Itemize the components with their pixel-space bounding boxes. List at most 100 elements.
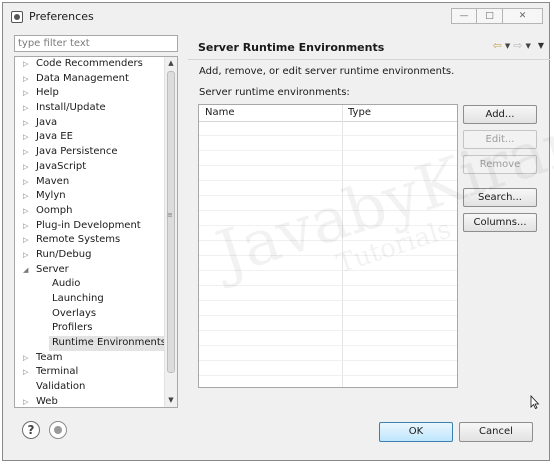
tree-item[interactable]: ▷ Maven [15,175,165,190]
window-title: Preferences [29,10,94,23]
tree-item[interactable]: ▷ Java EE [15,130,165,145]
cancel-button[interactable]: Cancel [459,422,533,442]
tree-item-label: Web [36,395,58,407]
tree-item[interactable]: Validation [15,380,165,395]
back-arrow-icon[interactable]: ⇦ [493,39,502,52]
forward-dropdown-icon[interactable]: ▼ [525,42,530,50]
title-bar: Preferences — □ ✕ [3,3,549,31]
scroll-up-arrow-icon[interactable]: ▲ [165,57,177,70]
tree-item-label: Java [36,116,58,128]
tree-item-label: Terminal [36,366,79,378]
tree-item-label: Profilers [52,322,93,334]
tree-items: ▷ Code Recommenders ▷ Data Management ▷ Help ▷… [15,57,170,407]
tree-item[interactable]: ▷ Plug-in Development [15,219,165,234]
collapsed-arrow-icon[interactable]: ▷ [23,351,33,366]
tree-item[interactable]: ▷ Java [15,116,165,131]
expanded-arrow-icon[interactable]: ◢ [23,263,33,278]
maximize-button[interactable]: □ [477,8,503,24]
tree-item[interactable]: ▷ JavaScript [15,160,165,175]
tree-item[interactable]: ▷ Run/Debug [15,248,165,263]
tree-item[interactable]: ▷ Oomph [15,204,165,219]
tree-item-label: Plug-in Development [36,219,141,231]
tree-item-label: Mylyn [36,190,66,202]
collapsed-arrow-icon[interactable]: ▷ [23,204,33,219]
edit-button[interactable]: Edit... [463,130,537,149]
tree-item[interactable]: ▷ Terminal [15,365,165,380]
tree-item-label: Remote Systems [36,234,121,246]
table-body[interactable] [199,121,457,387]
tree-item-label: Java Persistence [36,146,118,158]
collapsed-arrow-icon[interactable]: ▷ [23,189,33,204]
tree-item[interactable]: ▷ Remote Systems [15,233,165,248]
collapsed-arrow-icon[interactable]: ▷ [23,160,33,175]
collapsed-arrow-icon[interactable]: ▷ [23,130,33,145]
collapsed-arrow-icon[interactable]: ▷ [23,116,33,131]
table-header: Name Type [199,105,457,122]
close-button[interactable]: ✕ [503,8,543,24]
tree-item-label: Run/Debug [36,248,92,260]
tree-item-label: Oomph [36,204,73,216]
minimize-button[interactable]: — [451,8,477,24]
view-menu-icon[interactable]: ▼ [538,41,544,50]
page-description: Add, remove, or edit server runtime envi… [199,66,455,77]
columns-button[interactable]: Columns... [463,213,537,232]
tree-item[interactable]: ▷ Mylyn [15,189,165,204]
preferences-tree: ▷ Code Recommenders ▷ Data Management ▷ Help ▷… [14,56,178,408]
record-macro-icon[interactable] [49,421,67,439]
runtime-environments-table[interactable]: Name Type [198,104,458,388]
tree-item[interactable]: Audio [15,277,165,292]
collapsed-arrow-icon[interactable]: ▷ [23,233,33,248]
back-dropdown-icon[interactable]: ▼ [505,42,510,50]
tree-item[interactable]: Launching [15,292,165,307]
page-header: Server Runtime Environments ⇦ ▼ ⇨ ▼ ▼ [188,33,550,60]
tree-item-label: Maven [36,175,70,187]
mouse-cursor-icon [530,395,540,409]
tree-item-label: Team [36,351,63,363]
maximize-icon: □ [485,11,494,21]
add-button[interactable]: Add... [463,105,537,124]
tree-item[interactable]: Runtime Environments [15,336,170,351]
tree-item[interactable]: ◢ Server [15,263,165,278]
forward-arrow-icon[interactable]: ⇨ [513,39,522,52]
collapsed-arrow-icon[interactable]: ▷ [23,175,33,190]
tree-item[interactable]: Overlays [15,307,165,322]
page-title: Server Runtime Environments [198,41,385,54]
collapsed-arrow-icon[interactable]: ▷ [23,86,33,101]
tree-item[interactable]: ▷ Help [15,86,165,101]
scroll-thumb[interactable] [167,71,175,373]
close-icon: ✕ [518,11,527,21]
collapsed-arrow-icon[interactable]: ▷ [23,101,33,116]
tree-item-label: Java EE [36,131,73,143]
tree-item-label: Launching [52,293,104,304]
tree-item-label: Install/Update [36,102,106,114]
column-header-type[interactable]: Type [348,107,371,118]
tree-item[interactable]: ▷ Team [15,351,165,366]
remove-button[interactable]: Remove [463,155,537,174]
tree-item[interactable]: ▷ Install/Update [15,101,165,116]
help-icon[interactable]: ? [22,421,40,439]
search-button[interactable]: Search... [463,188,537,207]
collapsed-arrow-icon[interactable]: ▷ [23,72,33,87]
window-controls: — □ ✕ [451,8,543,24]
tree-item[interactable]: ▷ Web [15,395,165,407]
tree-item[interactable]: ▷ Code Recommenders [15,57,165,72]
collapsed-arrow-icon[interactable]: ▷ [23,145,33,160]
page-navigation: ⇦ ▼ ⇨ ▼ ▼ [493,39,544,52]
tree-item[interactable]: Profilers [15,321,165,336]
collapsed-arrow-icon[interactable]: ▷ [23,57,33,72]
tree-scrollbar[interactable]: ▲ ≡ ▼ [164,57,177,407]
filter-input[interactable] [14,35,178,52]
minimize-icon: — [459,11,469,21]
ok-button[interactable]: OK [379,422,453,442]
collapsed-arrow-icon[interactable]: ▷ [23,219,33,234]
scroll-grip-icon: ≡ [167,211,173,219]
tree-item-label: Audio [52,278,81,290]
tree-item[interactable]: ▷ Java Persistence [15,145,165,160]
column-header-name[interactable]: Name [205,107,235,118]
collapsed-arrow-icon[interactable]: ▷ [23,395,33,407]
collapsed-arrow-icon[interactable]: ▷ [23,248,33,263]
scroll-down-arrow-icon[interactable]: ▼ [165,394,177,407]
tree-item[interactable]: ▷ Data Management [15,72,165,87]
collapsed-arrow-icon[interactable]: ▷ [23,365,33,380]
tree-item-label: Runtime Environments [49,336,170,351]
